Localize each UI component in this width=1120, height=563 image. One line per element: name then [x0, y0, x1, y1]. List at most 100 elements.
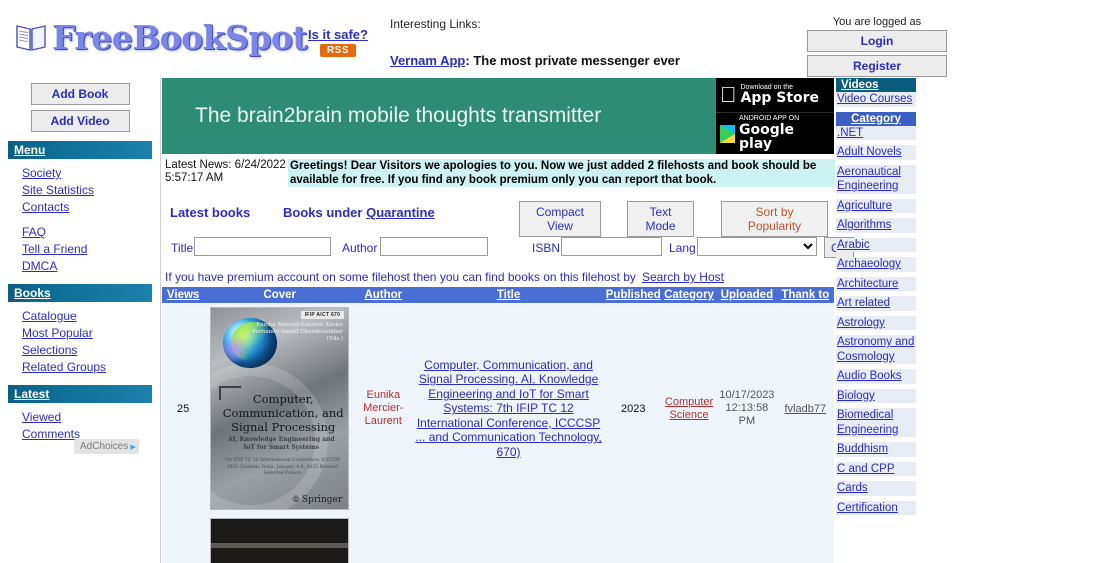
vernam-app-link[interactable]: Vernam App — [390, 53, 465, 68]
site-logo[interactable]: FreeBookSpot — [14, 17, 308, 57]
sidebar-item-certification[interactable]: Certification — [836, 500, 916, 515]
sidebar-item-viewed[interactable]: Viewed — [22, 409, 160, 426]
sidebar-item-aeronautical-engineering[interactable]: Aeronautical Engineering — [836, 164, 916, 194]
column-category[interactable]: Category — [660, 287, 718, 303]
sidebar-item-archaeology[interactable]: Archaeology — [836, 257, 916, 272]
cell-title[interactable] — [411, 514, 606, 563]
latest-news: Latest News: 6/24/2022 5:57:17 AM Greeti… — [162, 159, 835, 187]
cell-cover[interactable]: IFIP AICT 670 Eunika Mercier-Laurent Xav… — [204, 303, 356, 514]
search-by-host-link[interactable]: Search by Host — [642, 270, 724, 284]
sidebar-item-c-and-cpp[interactable]: C and CPP — [836, 461, 916, 476]
springer-mark-icon: ♔ — [291, 495, 300, 505]
sidebar-item-biomedical-engineering[interactable]: Biomedical Engineering — [836, 408, 916, 437]
sidebar-item-society[interactable]: Society — [22, 165, 160, 182]
sidebar-item-arabic[interactable]: Arabic — [836, 237, 916, 252]
column-title[interactable]: Title — [411, 287, 606, 303]
cell-category[interactable]: Computer Science — [660, 303, 718, 514]
cell-thank-to[interactable] — [776, 514, 834, 563]
column-category-link[interactable]: Category — [664, 289, 714, 301]
book-cover-image[interactable]: IFIP AICT 670 Eunika Mercier-Laurent Xav… — [210, 307, 350, 510]
sidebar-item-net[interactable]: .NET — [836, 125, 916, 140]
sidebar-item-adult-novels[interactable]: Adult Novels — [836, 145, 916, 160]
lang-select[interactable] — [697, 237, 817, 256]
sidebar-item-buddhism[interactable]: Buddhism — [836, 442, 916, 457]
logo-wordmark: FreeBookSpot — [52, 17, 308, 57]
cell-cover[interactable] — [204, 514, 356, 563]
sidebar-item-algorithms[interactable]: Algorithms — [836, 218, 916, 233]
sidebar-item-art-related[interactable]: Art related — [836, 296, 916, 311]
sidebar-item-dmca[interactable]: DMCA — [22, 258, 160, 275]
book-cover-image[interactable] — [210, 518, 350, 563]
column-published[interactable]: Published — [605, 287, 661, 303]
promo-banner[interactable]: The brain2brain mobile thoughts transmit… — [162, 78, 834, 154]
app-store-large: App Store — [724, 90, 820, 107]
cover-series-badge: IFIP AICT 670 — [300, 311, 345, 319]
site-header: FreeBookSpot Is it safe? RSS Interesting… — [0, 0, 1120, 78]
sidebar-item-video-courses[interactable]: Video Courses — [836, 92, 916, 107]
cell-published — [605, 514, 661, 563]
sidebar-item-tell-a-friend[interactable]: Tell a Friend — [22, 241, 160, 258]
text-mode-button[interactable]: Text Mode — [627, 201, 694, 237]
table-header: Views Cover Author Title Published Categ… — [162, 287, 834, 303]
login-button[interactable]: Login — [807, 30, 947, 52]
title-input[interactable] — [194, 237, 331, 256]
column-author[interactable]: Author — [355, 287, 412, 303]
adchoices-label: AdChoices — [80, 441, 129, 452]
sidebar-item-related-groups[interactable]: Related Groups — [22, 359, 160, 376]
table-header-row: Views Cover Author Title Published Categ… — [162, 287, 834, 303]
category-link[interactable]: Computer Science — [665, 396, 713, 421]
sidebar-item-agriculture[interactable]: Agriculture — [836, 198, 916, 213]
cell-views: 25 — [162, 303, 205, 514]
latest-section-header: Latest — [8, 385, 152, 403]
is-it-safe-link[interactable]: Is it safe? — [308, 27, 368, 42]
sidebar-item-contacts[interactable]: Contacts — [22, 199, 160, 216]
add-video-button[interactable]: Add Video — [30, 110, 130, 132]
isbn-label: ISBN — [532, 241, 561, 255]
rss-badge[interactable]: RSS — [319, 44, 357, 57]
books-section-header: Books — [8, 284, 152, 302]
column-author-link[interactable]: Author — [364, 289, 402, 301]
sidebar-item-most-popular[interactable]: Most Popular — [22, 325, 160, 342]
sidebar-item-biology[interactable]: Biology — [836, 388, 916, 403]
column-cover: Cover — [204, 287, 356, 303]
cell-title[interactable]: Computer, Communication, and Signal Proc… — [411, 303, 606, 514]
sidebar-item-audio-books[interactable]: Audio Books — [836, 369, 916, 384]
sidebar-item-selections[interactable]: Selections — [22, 342, 160, 359]
cell-thank-to[interactable]: fvladb77 — [776, 303, 834, 514]
adchoices-badge[interactable]: AdChoices ▸ — [74, 439, 139, 454]
table-row: 25 IFIP AICT 670 Eunika Mercier-Laurent … — [162, 303, 834, 514]
compact-view-button[interactable]: Compact View — [519, 201, 601, 237]
quarantine-link[interactable]: Quarantine — [366, 205, 435, 220]
google-play-badge[interactable]: ANDROID APP ON Google play — [716, 112, 834, 154]
sidebar-item-architecture[interactable]: Architecture — [836, 276, 916, 291]
column-uploaded-link[interactable]: Uploaded — [721, 289, 773, 301]
sort-by-popularity-button[interactable]: Sort by Popularity — [721, 201, 828, 237]
book-title-link[interactable]: Computer, Communication, and Signal Proc… — [415, 358, 601, 459]
cell-category[interactable] — [660, 514, 718, 563]
cover-title: Computer, Communication, and Signal Proc… — [222, 392, 344, 434]
column-title-link[interactable]: Title — [497, 289, 520, 301]
sidebar-item-faq[interactable]: FAQ — [22, 224, 160, 241]
column-published-link[interactable]: Published — [606, 289, 661, 301]
sidebar-item-site-statistics[interactable]: Site Statistics — [22, 182, 160, 199]
column-thank-to-link[interactable]: Thank to — [781, 289, 829, 301]
sidebar-item-cards[interactable]: Cards — [836, 481, 916, 496]
sidebar-item-astronomy-and-cosmology[interactable]: Astronomy and Cosmology — [836, 335, 916, 364]
premium-notice-text: If you have premium account on some file… — [165, 270, 636, 284]
banner-text: The brain2brain mobile thoughts transmit… — [195, 104, 602, 127]
sidebar-item-catalogue[interactable]: Catalogue — [22, 308, 160, 325]
column-uploaded[interactable]: Uploaded — [717, 287, 777, 303]
sidebar-item-astrology[interactable]: Astrology — [836, 315, 916, 330]
isbn-input[interactable] — [561, 237, 662, 256]
column-views[interactable]: Views — [162, 287, 205, 303]
column-views-link[interactable]: Views — [167, 289, 199, 301]
add-book-button[interactable]: Add Book — [30, 83, 130, 105]
app-store-badge[interactable]:  Download on the App Store — [716, 78, 834, 113]
column-thank-to[interactable]: Thank to — [776, 287, 834, 303]
main-columns: Add Book Add Video Menu Society Site Sta… — [0, 78, 1120, 563]
uploader-link[interactable]: fvladb77 — [785, 403, 827, 415]
register-button[interactable]: Register — [807, 55, 947, 77]
premium-notice: If you have premium account on some file… — [162, 270, 835, 284]
author-label: Author — [342, 241, 378, 255]
author-input[interactable] — [380, 237, 488, 256]
